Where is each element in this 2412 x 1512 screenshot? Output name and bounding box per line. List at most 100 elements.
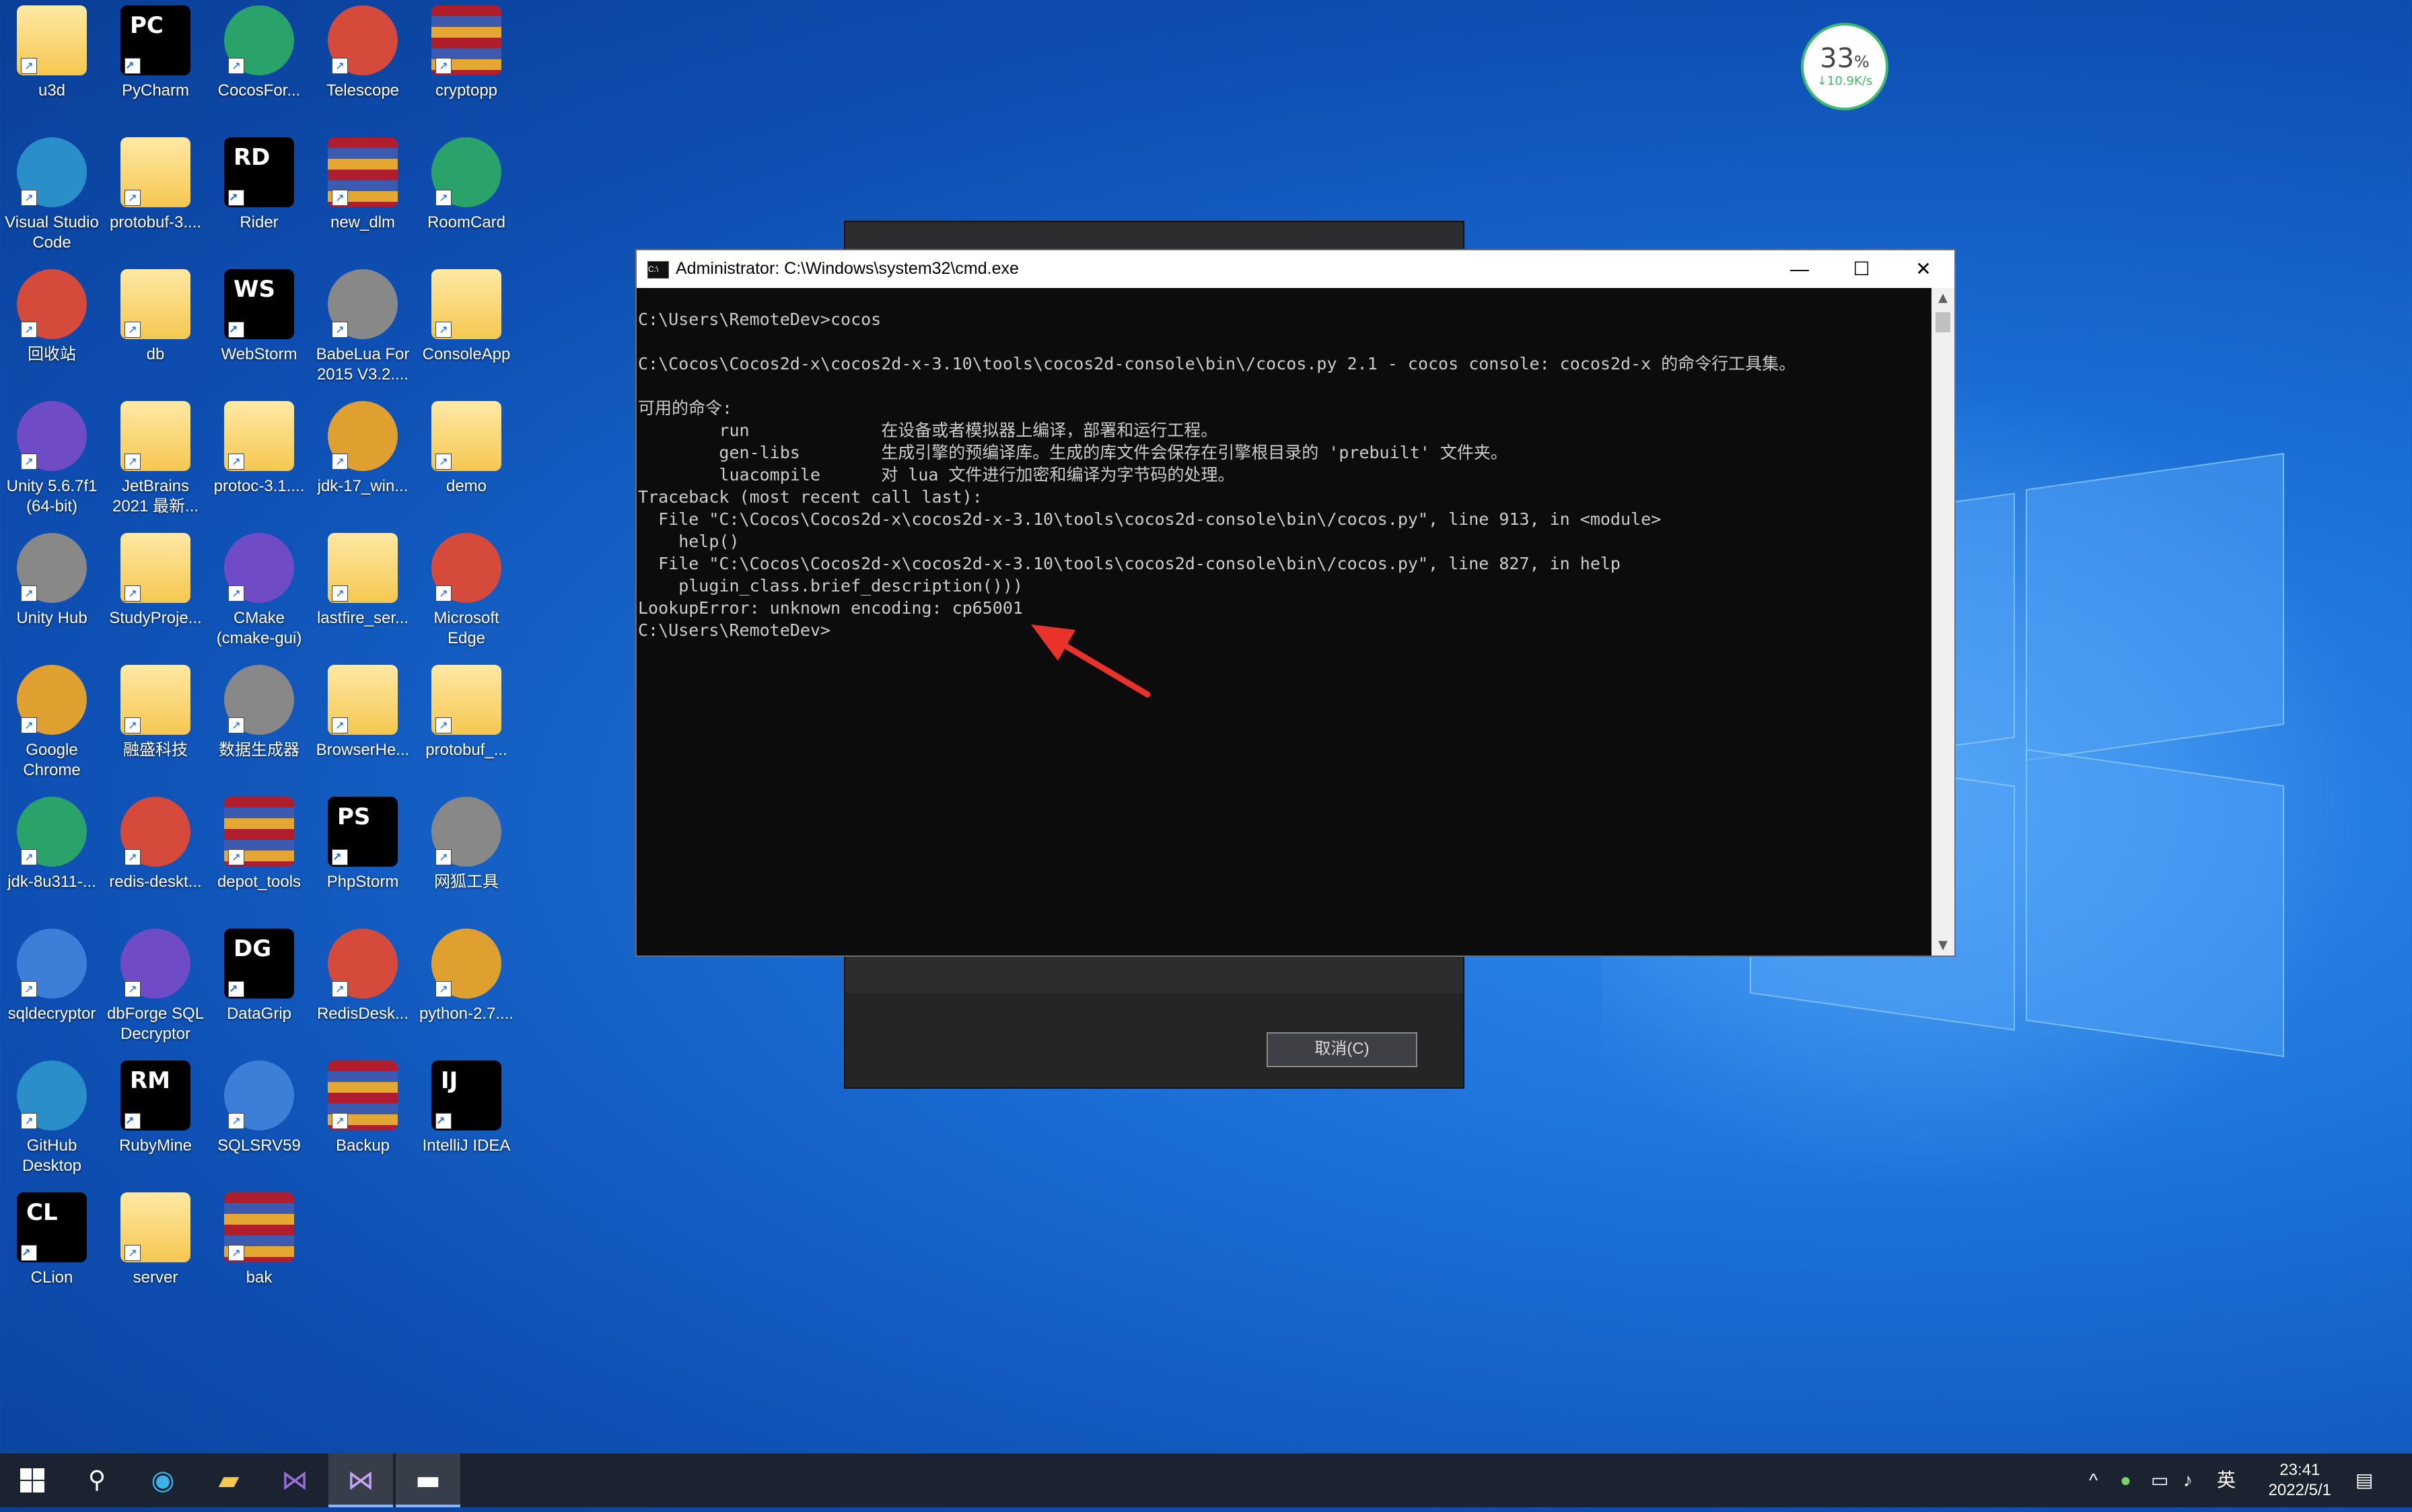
- desktop-icon[interactable]: ↗ protobuf_...: [416, 661, 517, 789]
- desktop-icon-label: JetBrains 2021 最新...: [112, 477, 199, 515]
- network-speed-widget[interactable]: 33% ↓10.9K/s: [1801, 23, 1888, 110]
- desktop-icon[interactable]: ↗ lastfire_ser...: [312, 529, 413, 657]
- maximize-button[interactable]: ☐: [1831, 250, 1892, 288]
- desktop-icon[interactable]: RM ↗ RubyMine: [105, 1056, 206, 1184]
- desktop-icon[interactable]: ↗ bak: [209, 1188, 310, 1316]
- desktop-icon[interactable]: ↗ ConsoleApp: [416, 265, 517, 393]
- shortcut-arrow-icon: ↗: [332, 1113, 348, 1129]
- close-button[interactable]: ✕: [1892, 250, 1954, 288]
- console-output[interactable]: C:\Users\RemoteDev>cocos C:\Cocos\Cocos2…: [637, 288, 1931, 956]
- taskbar-file-explorer-icon[interactable]: ▰: [197, 1453, 261, 1507]
- desktop-icon[interactable]: ↗ Unity 5.6.7f1 (64-bit): [1, 397, 102, 525]
- scroll-thumb[interactable]: [1936, 312, 1950, 332]
- folder-icon: ↗: [17, 5, 87, 75]
- desktop-icon-label: Google Chrome: [23, 741, 81, 779]
- cmd-title-bar[interactable]: C:\ Administrator: C:\Windows\system32\c…: [637, 250, 1954, 288]
- desktop-icon[interactable]: ↗ CMake (cmake-gui): [209, 529, 310, 657]
- desktop-icon[interactable]: ↗ Google Chrome: [1, 661, 102, 789]
- cmd-window[interactable]: C:\ Administrator: C:\Windows\system32\c…: [635, 249, 1956, 957]
- desktop-icon[interactable]: ↗ sqldecryptor: [1, 925, 102, 1052]
- desktop-icon[interactable]: ↗ server: [105, 1188, 206, 1316]
- desktop-icon-label: Telescope: [326, 81, 400, 100]
- notification-icon[interactable]: ▤: [2355, 1453, 2373, 1507]
- desktop-icon[interactable]: ↗ BrowserHe...: [312, 661, 413, 789]
- taskbar-visual-studio-icon[interactable]: ⋈: [328, 1453, 393, 1507]
- network-icon[interactable]: ▭: [2151, 1453, 2168, 1507]
- desktop-icon-label: db: [146, 345, 165, 363]
- desktop-icon[interactable]: ↗ StudyProje...: [105, 529, 206, 657]
- desktop-icon[interactable]: ↗ Telescope: [312, 1, 413, 129]
- desktop-icon[interactable]: ↗ redis-deskt...: [105, 793, 206, 921]
- app-icon: PC ↗: [120, 5, 190, 75]
- desktop-icon[interactable]: ↗ new_dlm: [312, 133, 413, 261]
- console-line: plugin_class.brief_description())): [638, 576, 1023, 596]
- scroll-up-icon[interactable]: ▲: [1931, 288, 1954, 308]
- desktop-icon[interactable]: ↗ 数据生成器: [209, 661, 310, 789]
- desktop-icon[interactable]: ↗ cryptopp: [416, 1, 517, 129]
- desktop-icon[interactable]: ↗ db: [105, 265, 206, 393]
- desktop-icon[interactable]: ↗ protobuf-3....: [105, 133, 206, 261]
- desktop-icon[interactable]: ↗ jdk-17_win...: [312, 397, 413, 525]
- shortcut-arrow-icon: ↗: [125, 322, 141, 338]
- desktop-icon[interactable]: ↗ demo: [416, 397, 517, 525]
- taskbar-cmd-icon[interactable]: ▬: [396, 1453, 460, 1507]
- desktop-icon[interactable]: DG ↗ DataGrip: [209, 925, 310, 1052]
- desktop-icon[interactable]: ↗ CocosFor...: [209, 1, 310, 129]
- desktop-icon[interactable]: PS ↗ PhpStorm: [312, 793, 413, 921]
- app-icon: ↗: [17, 137, 87, 207]
- desktop-icon[interactable]: ↗ RedisDesk...: [312, 925, 413, 1052]
- desktop-icon[interactable]: CL ↗ CLion: [1, 1188, 102, 1316]
- desktop-icon[interactable]: ↗ python-2.7....: [416, 925, 517, 1052]
- desktop-icon-label: jdk-17_win...: [317, 477, 409, 495]
- desktop-icon[interactable]: PC ↗ PyCharm: [105, 1, 206, 129]
- desktop-icon[interactable]: IJ ↗ IntelliJ IDEA: [416, 1056, 517, 1184]
- start-button[interactable]: [0, 1453, 65, 1507]
- desktop-icon[interactable]: ↗ 融盛科技: [105, 661, 206, 789]
- console-line: C:\Users\RemoteDev>: [638, 620, 830, 640]
- volume-icon[interactable]: ♪: [2183, 1453, 2193, 1507]
- scroll-down-icon[interactable]: ▼: [1931, 935, 1954, 956]
- search-icon[interactable]: ⚲: [65, 1453, 129, 1507]
- desktop-icon[interactable]: ↗ depot_tools: [209, 793, 310, 921]
- desktop-icon-label: CLion: [30, 1268, 73, 1287]
- desktop-icon-label: PyCharm: [121, 81, 190, 100]
- minimize-button[interactable]: —: [1769, 250, 1831, 288]
- desktop-icon[interactable]: ↗ JetBrains 2021 最新...: [105, 397, 206, 525]
- desktop-icon[interactable]: ↗ BabeLua For 2015 V3.2....: [312, 265, 413, 393]
- desktop-icon-label: Backup: [335, 1137, 390, 1155]
- shortcut-arrow-icon: ↗: [228, 585, 244, 602]
- desktop-icon[interactable]: ↗ RoomCard: [416, 133, 517, 261]
- desktop-icon[interactable]: ↗ Backup: [312, 1056, 413, 1184]
- desktop-icon[interactable]: ↗ SQLSRV59: [209, 1056, 310, 1184]
- desktop-icon-label: protobuf-3....: [109, 213, 202, 231]
- desktop-icon[interactable]: ↗ u3d: [1, 1, 102, 129]
- vertical-scrollbar[interactable]: ▲ ▼: [1931, 288, 1954, 956]
- tray-app-icon[interactable]: ●: [2120, 1453, 2131, 1507]
- desktop-icon[interactable]: ↗ 回收站: [1, 265, 102, 393]
- shortcut-arrow-icon: ↗: [125, 849, 141, 865]
- desktop-icon-label: DataGrip: [226, 1005, 292, 1023]
- ime-indicator[interactable]: 英: [2217, 1453, 2236, 1507]
- desktop-icon[interactable]: ↗ Unity Hub: [1, 529, 102, 657]
- desktop-icon[interactable]: WS ↗ WebStorm: [209, 265, 310, 393]
- desktop-icon[interactable]: ↗ Microsoft Edge: [416, 529, 517, 657]
- cancel-button[interactable]: 取消(C): [1267, 1032, 1417, 1067]
- desktop-icon[interactable]: ↗ 网狐工具: [416, 793, 517, 921]
- icon-abbr: WS: [234, 276, 275, 303]
- desktop-icon[interactable]: RD ↗ Rider: [209, 133, 310, 261]
- taskbar-edge-icon[interactable]: ◉: [131, 1453, 195, 1507]
- desktop-icon[interactable]: ↗ Visual Studio Code: [1, 133, 102, 261]
- taskbar-vscode-icon[interactable]: ⋈: [262, 1453, 327, 1507]
- tray-overflow-icon[interactable]: ^: [2089, 1453, 2098, 1507]
- desktop-icon[interactable]: ↗ protoc-3.1....: [209, 397, 310, 525]
- desktop-icon[interactable]: ↗ jdk-8u311-...: [1, 793, 102, 921]
- desktop-icon[interactable]: ↗ GitHub Desktop: [1, 1056, 102, 1184]
- desktop-icon-label: 回收站: [28, 345, 76, 363]
- clock[interactable]: 23:41 2022/5/1: [2269, 1460, 2331, 1501]
- shortcut-arrow-icon: ↗: [435, 322, 452, 338]
- shortcut-arrow-icon: ↗: [228, 849, 244, 865]
- desktop-icon[interactable]: ↗ dbForge SQL Decryptor: [105, 925, 206, 1052]
- shortcut-arrow-icon: ↗: [332, 58, 348, 74]
- desktop-icon-label: WebStorm: [221, 345, 297, 363]
- desktop-icon-label: BabeLua For 2015 V3.2....: [316, 345, 410, 384]
